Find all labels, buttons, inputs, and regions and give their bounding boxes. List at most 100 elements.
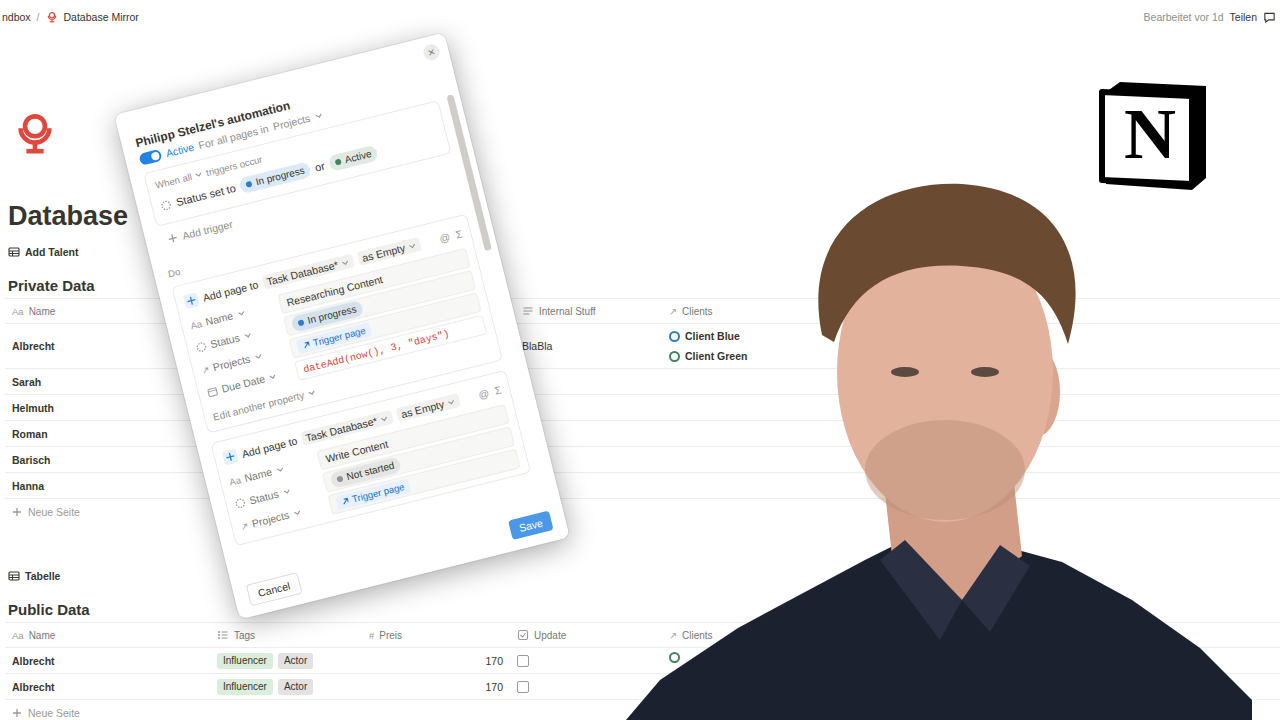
automation-title: Philipp Stelzel's automation xyxy=(134,63,432,150)
breadcrumb-separator: / xyxy=(37,11,40,23)
tool-button[interactable]: @ xyxy=(438,230,451,244)
save-button[interactable]: Save xyxy=(508,510,554,540)
table-row[interactable]: Barisch xyxy=(5,447,1280,473)
chevron-icon xyxy=(194,169,205,180)
cell-number: 170 xyxy=(485,655,503,667)
column-header[interactable]: Internal Stuff xyxy=(515,299,662,323)
chevron-icon xyxy=(314,110,325,121)
table-cell[interactable]: Hanna xyxy=(5,473,210,498)
column-icon: # xyxy=(369,630,374,641)
share-button[interactable]: Teilen xyxy=(1230,11,1257,23)
comment-icon xyxy=(1263,11,1276,24)
chevron-icon xyxy=(446,396,457,407)
new-page-label: Neue Seite xyxy=(28,707,80,719)
table-cell[interactable]: BlaBla xyxy=(515,324,662,368)
view-label: Add Talent xyxy=(25,246,78,258)
status-tag: Active xyxy=(328,145,380,172)
tag: Influencer xyxy=(217,653,273,669)
table-cell[interactable] xyxy=(510,674,662,699)
column-header[interactable]: #Preis xyxy=(362,623,510,647)
toggle-knob xyxy=(151,151,161,161)
table-cell[interactable]: 170 xyxy=(362,674,510,699)
when-label: When xyxy=(154,174,181,191)
breadcrumb-item[interactable]: Database Mirror xyxy=(64,11,139,23)
table-cell[interactable]: InfluencerActor xyxy=(210,648,362,673)
plus-icon xyxy=(185,295,197,307)
table-cell[interactable]: Influencer Actor xyxy=(210,674,362,699)
property-name: Status xyxy=(248,488,280,507)
property-icon: Aa xyxy=(228,474,242,487)
scrollbar[interactable] xyxy=(446,94,491,251)
active-toggle[interactable] xyxy=(138,149,162,166)
property-label[interactable]: AaName xyxy=(227,451,321,491)
row-name: Barisch xyxy=(12,454,51,466)
column-header[interactable]: Update xyxy=(510,623,662,647)
column-icon: Aa xyxy=(12,306,24,317)
column-label: Internal Stuff xyxy=(539,306,596,317)
cell-number: 170 xyxy=(485,681,503,693)
chevron-icon xyxy=(275,464,286,475)
status-dot xyxy=(336,475,343,482)
column-label: Name xyxy=(29,630,56,641)
tool-button[interactable]: @ xyxy=(477,387,490,401)
column-header[interactable]: AaName xyxy=(5,623,210,647)
mode-dropdown[interactable]: all xyxy=(181,171,193,184)
row-name: Albrecht xyxy=(12,340,55,352)
table-cell[interactable]: Albrecht xyxy=(5,674,210,699)
action-tools: @Σ xyxy=(438,227,463,244)
breadcrumb-item[interactable]: ndbox xyxy=(2,11,31,23)
edited-label: Bearbeitet vor 1d xyxy=(1144,11,1224,23)
client-link[interactable]: Client Green xyxy=(669,348,747,364)
status-icon xyxy=(159,198,172,211)
tag: Influencer xyxy=(217,679,273,695)
table-cell[interactable]: Albrecht xyxy=(5,648,210,673)
column-icon: ↗ xyxy=(669,630,677,641)
table-cell[interactable]: Roman xyxy=(5,421,210,446)
client-link[interactable]: Client Blue xyxy=(669,328,740,344)
add-icon xyxy=(222,448,239,465)
arrow-icon xyxy=(302,340,312,350)
table-cell[interactable]: 170 xyxy=(362,648,510,673)
row-name: Albrecht xyxy=(12,681,55,693)
property-name: Projects xyxy=(251,509,291,530)
client-link[interactable] xyxy=(669,652,680,663)
property-name: Status xyxy=(209,331,241,350)
tag: Actor xyxy=(278,679,313,695)
property-icon: ↗ xyxy=(239,519,249,532)
update-checkbox[interactable] xyxy=(517,681,529,693)
action-tools: @Σ xyxy=(477,384,502,401)
status-icon xyxy=(195,340,208,353)
column-header[interactable]: Tags xyxy=(210,623,362,647)
table-cell[interactable] xyxy=(510,648,662,673)
row-name: Sarah xyxy=(12,376,41,388)
property-name: Due Date xyxy=(220,372,266,394)
cancel-button[interactable]: Cancel xyxy=(246,572,302,606)
chevron-icon xyxy=(267,371,278,382)
plus-icon xyxy=(167,232,179,244)
tool-button[interactable]: Σ xyxy=(493,384,502,397)
table-row[interactable]: Hanna xyxy=(5,473,1280,499)
property-name: Name xyxy=(204,309,234,327)
microphone-icon xyxy=(12,110,58,156)
update-checkbox[interactable] xyxy=(517,655,529,667)
plus-icon xyxy=(12,708,22,718)
notion-logo: N xyxy=(1096,78,1212,194)
table-cell[interactable]: Helmuth xyxy=(5,395,210,420)
chevron-icon xyxy=(236,308,247,319)
logo-letter: N xyxy=(1100,84,1200,184)
tool-button[interactable]: Σ xyxy=(454,227,463,240)
chevron-icon xyxy=(407,240,418,251)
close-button[interactable]: × xyxy=(422,43,441,62)
table-cell[interactable] xyxy=(515,369,662,394)
property-icon: Aa xyxy=(189,318,203,331)
chevron-icon xyxy=(292,507,303,518)
dialog-body: Philipp Stelzel's automationActiveFor al… xyxy=(114,33,560,579)
property-label[interactable]: AaName xyxy=(188,295,282,335)
client-ring-icon xyxy=(669,351,680,362)
template-name: as Empty xyxy=(400,398,445,420)
row-name: Roman xyxy=(12,428,48,440)
table-cell[interactable]: Barisch xyxy=(5,447,210,472)
new-page-button[interactable]: Neue Seite xyxy=(5,499,1280,524)
table-icon xyxy=(8,246,20,258)
list-icon xyxy=(217,629,229,641)
